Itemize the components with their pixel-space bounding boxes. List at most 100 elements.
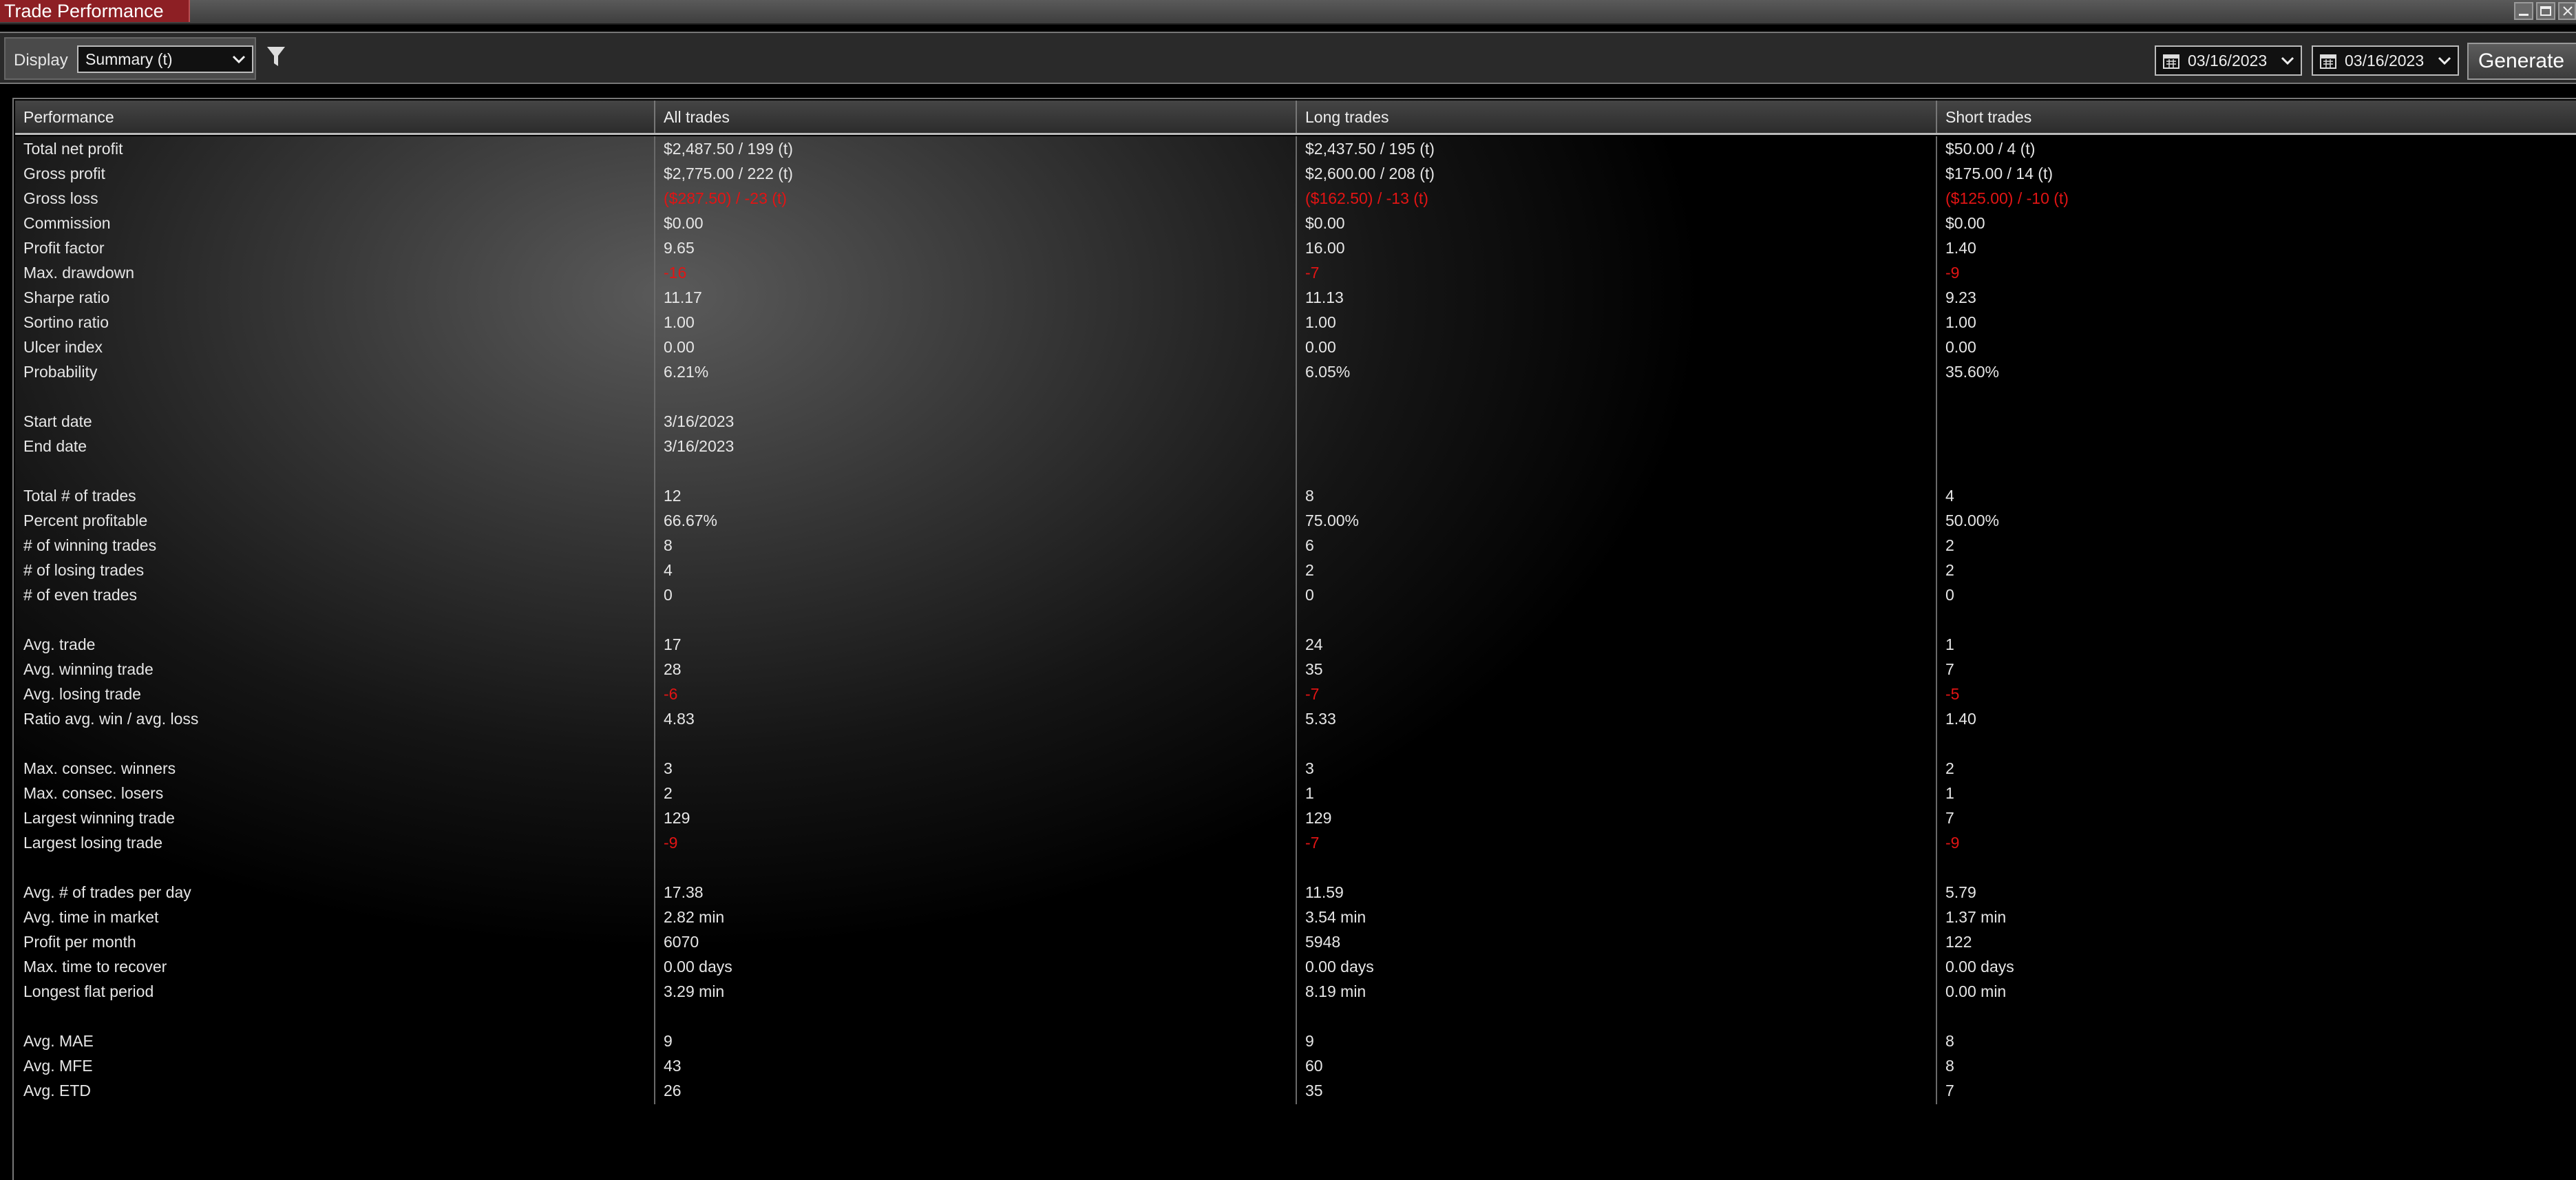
- metric-label: Max. drawdown: [23, 264, 135, 282]
- table-row[interactable]: Avg. MFE 43 60 8: [15, 1053, 2576, 1078]
- title-bar: Trade Performance: [0, 0, 2576, 25]
- table-row[interactable]: End date 3/16/2023: [15, 434, 2576, 459]
- short-trades-value: 0.00 days: [1945, 958, 2014, 976]
- header-short-trades[interactable]: Short trades: [1937, 101, 2576, 133]
- table-row[interactable]: Max. time to recover 0.00 days 0.00 days 0.…: [15, 954, 2576, 979]
- table-row[interactable]: Total net profit $2,487.50 / 199 (t) $2,43…: [15, 136, 2576, 161]
- table-row[interactable]: Max. drawdown -16 -7 -9: [15, 260, 2576, 285]
- display-select[interactable]: Summary (t): [77, 45, 253, 73]
- metric-label: Longest flat period: [23, 982, 154, 1000]
- filter-icon[interactable]: [266, 45, 286, 69]
- metric-label: Max. consec. losers: [23, 784, 164, 802]
- all-trades-value: 0.00: [664, 338, 695, 356]
- all-trades-value: [655, 731, 1296, 756]
- short-trades-value: 0: [1945, 586, 1954, 604]
- table-row[interactable]: # of winning trades 8 6 2: [15, 533, 2576, 558]
- long-trades-value: 16.00: [1305, 239, 1345, 257]
- table-row[interactable]: Commission $0.00 $0.00 $0.00: [15, 211, 2576, 235]
- table-row[interactable]: Avg. MAE 9 9 8: [15, 1029, 2576, 1053]
- short-trades-value: 2: [1945, 759, 1954, 777]
- short-trades-value: -5: [1945, 685, 1960, 703]
- long-trades-value: $0.00: [1305, 214, 1345, 232]
- metric-label: Max. time to recover: [23, 958, 167, 976]
- short-trades-value: 2: [1945, 561, 1954, 579]
- table-row[interactable]: Avg. ETD 26 35 7: [15, 1078, 2576, 1103]
- short-trades-value: 7: [1945, 809, 1954, 827]
- all-trades-value: 9: [664, 1032, 673, 1050]
- calendar-icon: [2163, 54, 2179, 69]
- table-row[interactable]: Avg. trade 17 24 1: [15, 632, 2576, 657]
- table-row[interactable]: [15, 607, 2576, 632]
- table-row[interactable]: [15, 384, 2576, 409]
- metric-label: End date: [23, 437, 87, 455]
- table-row[interactable]: Avg. winning trade 28 35 7: [15, 657, 2576, 682]
- long-trades-value: 6: [1305, 536, 1314, 554]
- long-trades-value: 35: [1305, 1082, 1323, 1099]
- short-trades-value: $175.00 / 14 (t): [1945, 165, 2053, 182]
- short-trades-value: -9: [1945, 264, 1960, 282]
- generate-button[interactable]: Generate: [2467, 43, 2576, 80]
- table-row[interactable]: [15, 855, 2576, 880]
- short-trades-value: 5.79: [1945, 883, 1976, 901]
- long-trades-value: 75.00%: [1305, 512, 1360, 529]
- long-trades-value: 2: [1305, 561, 1314, 579]
- all-trades-value: -6: [664, 685, 678, 703]
- metric-label: [15, 459, 654, 483]
- short-trades-value: 1.40: [1945, 239, 1976, 257]
- table-row[interactable]: Profit per month 6070 5948 122: [15, 929, 2576, 954]
- metric-label: Total net profit: [23, 140, 123, 158]
- table-row[interactable]: Avg. time in market 2.82 min 3.54 min 1.37 …: [15, 905, 2576, 929]
- table-row[interactable]: Ulcer index 0.00 0.00 0.00: [15, 335, 2576, 359]
- metric-label: Total # of trades: [23, 487, 136, 505]
- table-row[interactable]: Probability 6.21% 6.05% 35.60%: [15, 359, 2576, 384]
- long-trades-value: -7: [1305, 685, 1320, 703]
- long-trades-value: 1: [1305, 784, 1314, 802]
- table-row[interactable]: Max. consec. winners 3 3 2: [15, 756, 2576, 781]
- long-trades-value: -7: [1305, 264, 1320, 282]
- metric-label: Avg. winning trade: [23, 660, 154, 678]
- table-row[interactable]: Gross profit $2,775.00 / 222 (t) $2,600.00…: [15, 161, 2576, 186]
- table-row[interactable]: Largest winning trade 129 129 7: [15, 805, 2576, 830]
- close-button[interactable]: [2558, 2, 2576, 20]
- table-row[interactable]: # of even trades 0 0 0: [15, 582, 2576, 607]
- table-row[interactable]: Largest losing trade -9 -7 -9: [15, 830, 2576, 855]
- all-trades-value: 4: [664, 561, 673, 579]
- short-trades-value: 0.00 min: [1945, 982, 2007, 1000]
- metric-label: Avg. trade: [23, 635, 96, 653]
- table-row[interactable]: Gross loss ($287.50) / -23 (t) ($162.50) /…: [15, 186, 2576, 211]
- long-trades-value: 3: [1305, 759, 1314, 777]
- minimize-button[interactable]: [2514, 2, 2533, 20]
- header-long-trades[interactable]: Long trades: [1297, 101, 1937, 133]
- short-trades-value: ($125.00) / -10 (t): [1945, 189, 2069, 207]
- metric-label: Gross profit: [23, 165, 105, 182]
- table-row[interactable]: [15, 459, 2576, 483]
- table-row[interactable]: [15, 731, 2576, 756]
- metric-label: [15, 731, 654, 756]
- header-performance[interactable]: Performance: [15, 101, 655, 133]
- all-trades-value: 11.17: [664, 288, 702, 306]
- table-row[interactable]: Ratio avg. win / avg. loss 4.83 5.33 1.40: [15, 706, 2576, 731]
- from-date-picker[interactable]: 03/16/2023: [2155, 45, 2302, 76]
- table-row[interactable]: Avg. # of trades per day 17.38 11.59 5.79: [15, 880, 2576, 905]
- table-row[interactable]: Longest flat period 3.29 min 8.19 min 0.00 …: [15, 979, 2576, 1004]
- maximize-button[interactable]: [2536, 2, 2555, 20]
- header-all-trades[interactable]: All trades: [655, 101, 1297, 133]
- table-row[interactable]: Total # of trades 12 8 4: [15, 483, 2576, 508]
- long-trades-value: $2,437.50 / 195 (t): [1305, 140, 1435, 158]
- metric-label: Commission: [23, 214, 111, 232]
- table-row[interactable]: Sortino ratio 1.00 1.00 1.00: [15, 310, 2576, 335]
- table-row[interactable]: # of losing trades 4 2 2: [15, 558, 2576, 582]
- all-trades-value: 3.29 min: [664, 982, 725, 1000]
- table-row[interactable]: Avg. losing trade -6 -7 -5: [15, 682, 2576, 706]
- table-row[interactable]: Percent profitable 66.67% 75.00% 50.00%: [15, 508, 2576, 533]
- table-row[interactable]: Start date 3/16/2023: [15, 409, 2576, 434]
- to-date-picker[interactable]: 03/16/2023: [2312, 45, 2459, 76]
- table-row[interactable]: [15, 1004, 2576, 1029]
- table-row[interactable]: Profit factor 9.65 16.00 1.40: [15, 235, 2576, 260]
- metric-label: # of winning trades: [23, 536, 157, 554]
- calendar-icon: [2320, 54, 2336, 69]
- table-row[interactable]: Sharpe ratio 11.17 11.13 9.23: [15, 285, 2576, 310]
- all-trades-value: 12: [664, 487, 682, 505]
- table-row[interactable]: Max. consec. losers 2 1 1: [15, 781, 2576, 805]
- long-trades-value: 60: [1305, 1057, 1323, 1075]
